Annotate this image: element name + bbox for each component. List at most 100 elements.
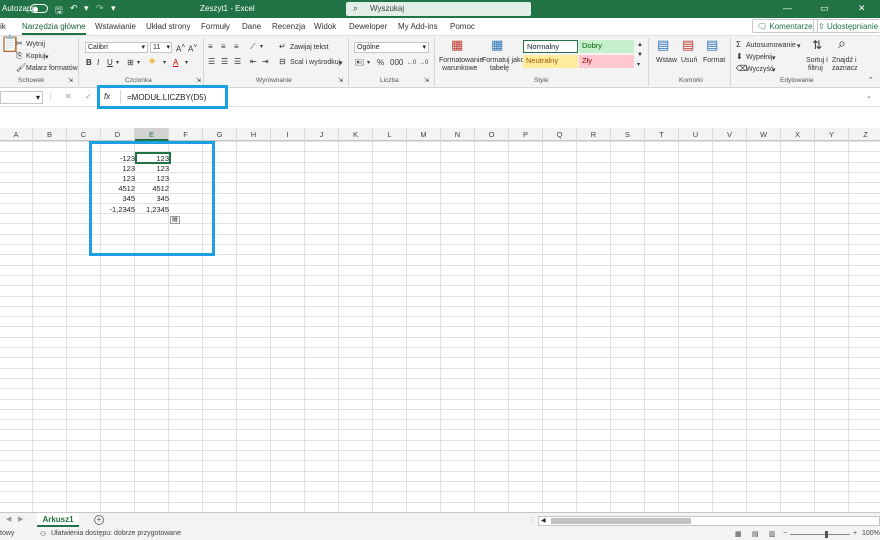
tab-home[interactable]: Narzędzia główne bbox=[22, 22, 86, 35]
decrease-decimal-icon[interactable]: →0 bbox=[419, 58, 428, 68]
add-sheet-icon[interactable]: + bbox=[94, 515, 104, 525]
sort-filter-button[interactable]: Sortuj i bbox=[806, 57, 828, 64]
column-header-W[interactable]: W bbox=[747, 128, 781, 141]
column-header-T[interactable]: T bbox=[645, 128, 679, 141]
increase-indent-icon[interactable]: ⇥ bbox=[262, 57, 269, 67]
style-bad[interactable]: Zły bbox=[579, 55, 634, 68]
column-header-A[interactable]: A bbox=[0, 128, 33, 141]
column-header-X[interactable]: X bbox=[781, 128, 815, 141]
increase-font-icon[interactable]: A˄ bbox=[176, 42, 185, 55]
styles-scroll-down-icon[interactable]: ▼ bbox=[637, 50, 643, 60]
column-header-G[interactable]: G bbox=[203, 128, 237, 141]
formula-input[interactable]: =MODUŁ.LICZBY(D5) bbox=[127, 93, 206, 102]
comments-button[interactable]: 🗨 Komentarze bbox=[752, 19, 818, 33]
column-header-D[interactable]: D bbox=[101, 128, 135, 141]
fill-color-icon[interactable]: ◈ bbox=[149, 56, 155, 66]
insert-cells-button[interactable]: Wstaw bbox=[656, 57, 677, 64]
column-header-Q[interactable]: Q bbox=[543, 128, 577, 141]
font-color-icon[interactable]: A bbox=[173, 58, 178, 68]
tab-insert[interactable]: Wstawianie bbox=[95, 22, 136, 31]
customize-quick-access-icon[interactable]: ▾ bbox=[111, 3, 116, 14]
column-header-Y[interactable]: Y bbox=[815, 128, 849, 141]
tab-view[interactable]: Widok bbox=[314, 22, 336, 31]
undo-icon[interactable]: ↶ bbox=[70, 3, 78, 14]
close-icon[interactable]: ✕ bbox=[858, 3, 866, 14]
column-header-Z[interactable]: Z bbox=[849, 128, 880, 141]
column-header-V[interactable]: V bbox=[713, 128, 747, 141]
clipboard-launcher-icon[interactable]: ⇲ bbox=[68, 76, 73, 86]
format-as-table-button[interactable]: Formatuj jako bbox=[482, 57, 524, 64]
style-normal[interactable]: Normalny bbox=[523, 40, 578, 53]
page-break-view-icon[interactable]: ▥ bbox=[769, 530, 776, 538]
search-box[interactable]: ⌕ Wyszukaj bbox=[346, 2, 531, 16]
formula-bar-resize-icon[interactable]: ⋮ bbox=[47, 93, 54, 101]
minimize-icon[interactable]: — bbox=[783, 3, 792, 13]
style-neutral[interactable]: Neutralny bbox=[523, 55, 578, 68]
align-center-icon[interactable]: ☰ bbox=[221, 57, 228, 67]
copy-button[interactable]: Kopiuj bbox=[26, 53, 45, 60]
column-header-K[interactable]: K bbox=[339, 128, 373, 141]
format-cells-button[interactable]: Format bbox=[703, 57, 725, 64]
align-right-icon[interactable]: ☰ bbox=[234, 57, 241, 67]
number-launcher-icon[interactable]: ⇲ bbox=[424, 76, 429, 86]
cut-button[interactable]: Wytnij bbox=[26, 41, 45, 48]
scroll-left-icon[interactable]: ◀ bbox=[541, 517, 546, 524]
font-color-dropdown-icon[interactable]: ▾ bbox=[185, 58, 188, 68]
next-sheet-icon[interactable]: ▶ bbox=[18, 515, 23, 523]
column-header-C[interactable]: C bbox=[67, 128, 101, 141]
copy-dropdown-icon[interactable]: ▾ bbox=[45, 53, 49, 61]
find-select-button[interactable]: Znajdź i bbox=[832, 57, 857, 64]
column-header-P[interactable]: P bbox=[509, 128, 543, 141]
column-header-N[interactable]: N bbox=[441, 128, 475, 141]
thousands-icon[interactable]: 000 bbox=[390, 58, 403, 68]
number-format-select[interactable]: Ogólne ▾ bbox=[354, 42, 429, 53]
scroll-thumb[interactable] bbox=[551, 518, 691, 524]
fill-color-dropdown-icon[interactable]: ▾ bbox=[163, 58, 166, 68]
underline-dropdown-icon[interactable]: ▾ bbox=[116, 58, 119, 68]
restore-icon[interactable]: ▭ bbox=[820, 3, 829, 14]
bold-icon[interactable]: B bbox=[86, 58, 92, 68]
column-header-U[interactable]: U bbox=[679, 128, 713, 141]
clear-dropdown-icon[interactable]: ▾ bbox=[772, 66, 776, 74]
align-left-icon[interactable]: ☰ bbox=[208, 57, 215, 67]
column-header-I[interactable]: I bbox=[271, 128, 305, 141]
tab-file[interactable]: ik bbox=[0, 22, 6, 31]
zoom-slider-thumb[interactable] bbox=[825, 531, 828, 538]
merge-dropdown-icon[interactable]: ▾ bbox=[339, 59, 343, 67]
orientation-dropdown-icon[interactable]: ▾ bbox=[260, 42, 263, 52]
autosave-toggle[interactable] bbox=[30, 4, 48, 13]
column-header-M[interactable]: M bbox=[407, 128, 441, 141]
column-header-R[interactable]: R bbox=[577, 128, 611, 141]
fill-dropdown-icon[interactable]: ▾ bbox=[772, 54, 776, 62]
column-header-E[interactable]: E bbox=[135, 128, 169, 141]
column-header-L[interactable]: L bbox=[373, 128, 407, 141]
zoom-level[interactable]: 100% bbox=[862, 530, 880, 537]
alignment-launcher-icon[interactable]: ⇲ bbox=[338, 76, 343, 86]
expand-formula-bar-icon[interactable]: ⌄ bbox=[866, 92, 872, 100]
redo-icon[interactable]: ↷ bbox=[96, 3, 104, 14]
normal-view-icon[interactable]: ▦ bbox=[735, 530, 742, 538]
underline-icon[interactable]: U bbox=[107, 58, 113, 68]
decrease-font-icon[interactable]: A˅ bbox=[188, 42, 197, 55]
orientation-icon[interactable]: ⟋ bbox=[250, 42, 256, 52]
undo-dropdown-icon[interactable]: ▾ bbox=[84, 3, 89, 14]
font-size-select[interactable]: 11 ▾ bbox=[150, 42, 172, 53]
zoom-out-icon[interactable]: − bbox=[783, 530, 787, 537]
styles-scroll-up-icon[interactable]: ▲ bbox=[637, 40, 643, 50]
column-header-H[interactable]: H bbox=[237, 128, 271, 141]
borders-dropdown-icon[interactable]: ▾ bbox=[137, 58, 140, 68]
wrap-text-button[interactable]: Zawijaj tekst bbox=[290, 44, 329, 51]
enter-icon[interactable]: ✓ bbox=[85, 92, 92, 101]
style-good[interactable]: Dobry bbox=[579, 40, 634, 53]
autosum-dropdown-icon[interactable]: ▾ bbox=[797, 42, 801, 50]
sheet-tab-arkusz1[interactable]: Arkusz1 bbox=[37, 513, 79, 527]
column-header-F[interactable]: F bbox=[169, 128, 203, 141]
fill-button[interactable]: Wypełnij bbox=[746, 54, 772, 61]
clear-button[interactable]: Wyczyść bbox=[746, 66, 774, 73]
horizontal-scrollbar[interactable]: ◀ bbox=[538, 516, 880, 526]
align-top-icon[interactable]: ≡ bbox=[208, 42, 213, 52]
font-name-select[interactable]: Calibri ▾ bbox=[85, 42, 148, 53]
column-header-B[interactable]: B bbox=[33, 128, 67, 141]
italic-icon[interactable]: I bbox=[97, 58, 99, 68]
currency-dropdown-icon[interactable]: ▾ bbox=[367, 58, 370, 68]
